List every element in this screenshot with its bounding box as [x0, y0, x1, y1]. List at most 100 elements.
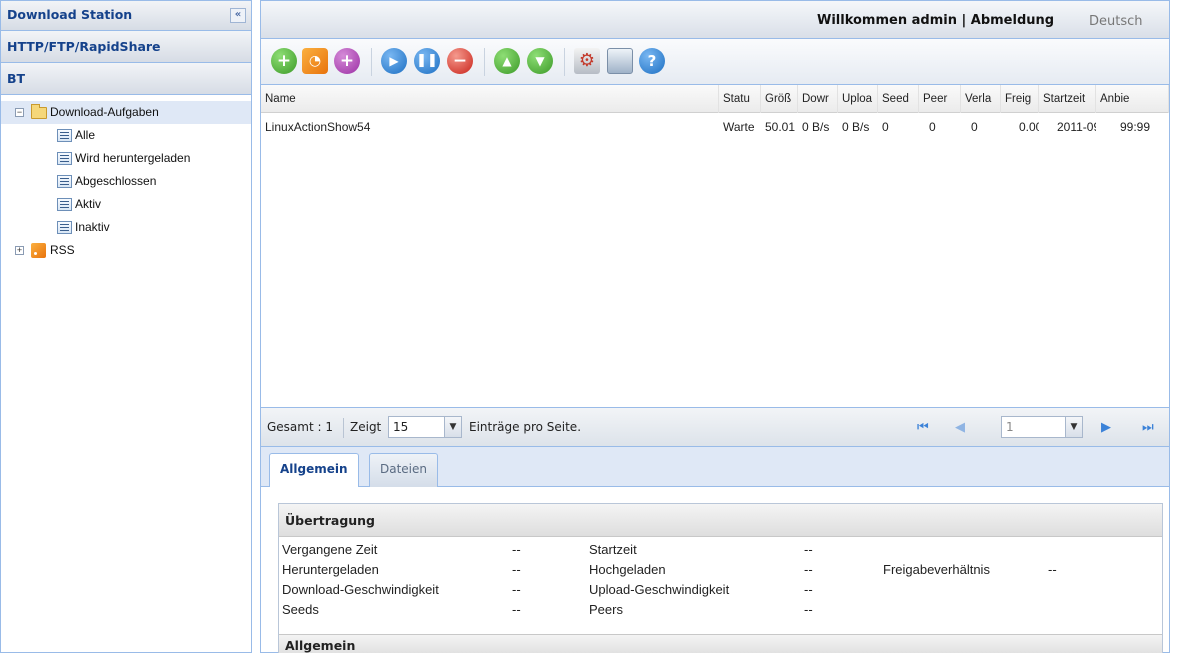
- next-page-icon[interactable]: ▶: [1101, 420, 1111, 435]
- paging-toolbar: Gesamt : 1 Zeigt 15 ▼ Einträge pro Seite…: [261, 407, 1169, 447]
- expand-toggle-icon[interactable]: +: [15, 246, 24, 255]
- column-header-upload[interactable]: Uploa: [838, 85, 878, 113]
- column-header-ratio[interactable]: Freig: [1001, 85, 1039, 113]
- column-header-seed[interactable]: Seed: [878, 85, 919, 113]
- grid-header: Name Statu Größ Dowr Uploa Seed Peer Ver…: [261, 85, 1169, 113]
- cell-start: 2011-09-: [1057, 120, 1096, 134]
- language-selector[interactable]: Deutsch: [1089, 14, 1143, 29]
- tree-item-label: Abgeschlossen: [75, 174, 157, 188]
- tree-item-rss[interactable]: + RSS: [1, 239, 251, 262]
- tree-item-inactive[interactable]: Inaktiv: [1, 216, 251, 239]
- transfer-section-title: Übertragung: [279, 504, 1162, 537]
- cell-ratio: 0.00: [1019, 120, 1039, 134]
- task-grid: Name Statu Größ Dowr Uploa Seed Peer Ver…: [261, 85, 1169, 407]
- column-header-anbie[interactable]: Anbie: [1096, 85, 1169, 113]
- move-down-icon[interactable]: ▼: [527, 48, 553, 74]
- tree-item-download-tasks[interactable]: − Download-Aufgaben: [1, 101, 251, 124]
- column-header-size[interactable]: Größ: [761, 85, 798, 113]
- sidebar-title-bar: Download Station «: [1, 1, 251, 31]
- share-ratio-label: Freigabeverhältnis: [883, 562, 990, 577]
- tab-general[interactable]: Allgemein: [269, 453, 359, 488]
- column-header-verla[interactable]: Verla: [961, 85, 1001, 113]
- detail-panel: Übertragung Vergangene Zeit -- Startzeit…: [261, 487, 1169, 653]
- chevron-down-icon[interactable]: ▼: [1065, 417, 1082, 437]
- general-section-title: Allgemein: [279, 634, 1162, 653]
- toolbar-separator: [371, 48, 372, 76]
- tree-item-label: RSS: [50, 243, 75, 257]
- peers-value: --: [804, 602, 813, 617]
- upload-speed-value: --: [804, 582, 813, 597]
- top-bar: Willkommen admin | Abmeldung Deutsch: [261, 1, 1169, 39]
- section-bt[interactable]: BT: [1, 63, 251, 95]
- list-icon: [57, 129, 72, 142]
- stop-icon[interactable]: −: [447, 48, 473, 74]
- list-icon: [57, 221, 72, 234]
- peers-label: Peers: [589, 602, 623, 617]
- list-icon: [57, 152, 72, 165]
- pause-icon[interactable]: ❚❚: [414, 48, 440, 74]
- elapsed-time-value: --: [512, 542, 521, 557]
- table-row[interactable]: LinuxActionShow54 Warte 50.01 0 B/s 0 B/…: [261, 114, 1169, 140]
- tab-files[interactable]: Dateien: [369, 453, 439, 487]
- rss-icon: [31, 243, 46, 258]
- upload-speed-label: Upload-Geschwindigkeit: [589, 582, 730, 597]
- toolbar: + ◔ + ▶ ❚❚ − ▲ ▼ ⚙ ?: [261, 39, 1169, 85]
- column-header-start[interactable]: Startzeit: [1039, 85, 1096, 113]
- seeds-value: --: [512, 602, 521, 617]
- tree-item-label: Wird heruntergeladen: [75, 151, 191, 165]
- list-icon: [57, 198, 72, 211]
- cell-seed: 0: [882, 120, 889, 134]
- folder-icon: [31, 104, 47, 119]
- tree-item-label: Download-Aufgaben: [50, 105, 159, 119]
- app-title: Download Station: [7, 7, 133, 22]
- rss-add-icon[interactable]: ◔: [302, 48, 328, 74]
- page-size-value: 15: [393, 420, 409, 434]
- total-count: Gesamt : 1: [267, 420, 333, 434]
- move-up-icon[interactable]: ▲: [494, 48, 520, 74]
- column-header-peer[interactable]: Peer: [919, 85, 961, 113]
- uploaded-value: --: [804, 562, 813, 577]
- first-page-icon[interactable]: ⏮: [917, 420, 929, 435]
- chevron-down-icon[interactable]: ▼: [444, 417, 461, 437]
- cell-anbie: 99:99: [1120, 120, 1151, 134]
- last-page-icon[interactable]: ⏭: [1142, 420, 1154, 435]
- downloaded-value: --: [512, 562, 521, 577]
- collapse-sidebar-button[interactable]: «: [230, 8, 246, 23]
- tree-item-all[interactable]: Alle: [1, 124, 251, 147]
- sidebar: Download Station « HTTP/FTP/RapidShare B…: [0, 0, 252, 653]
- tree-item-label: Aktiv: [75, 197, 102, 211]
- tree-item-label: Inaktiv: [75, 220, 110, 234]
- section-http-ftp[interactable]: HTTP/FTP/RapidShare: [1, 31, 251, 63]
- help-icon[interactable]: ?: [639, 48, 665, 74]
- start-time-value: --: [804, 542, 813, 557]
- add-icon[interactable]: +: [271, 48, 297, 74]
- resume-icon[interactable]: ▶: [381, 48, 407, 74]
- cell-name: LinuxActionShow54: [265, 120, 371, 134]
- column-header-name[interactable]: Name: [261, 85, 719, 113]
- page-size-select[interactable]: 15 ▼: [388, 416, 462, 438]
- column-header-download[interactable]: Dowr: [798, 85, 838, 113]
- share-ratio-value: --: [1048, 562, 1057, 577]
- page-number-select[interactable]: 1 ▼: [1001, 416, 1083, 438]
- uploaded-label: Hochgeladen: [589, 562, 666, 577]
- collapse-toggle-icon[interactable]: −: [15, 108, 24, 117]
- seeds-label: Seeds: [282, 602, 319, 617]
- list-icon: [57, 175, 72, 188]
- toolbar-separator: [484, 48, 485, 76]
- entries-per-page-label: Einträge pro Seite.: [469, 420, 582, 434]
- window-icon[interactable]: [607, 48, 633, 74]
- transfer-fieldset: Übertragung Vergangene Zeit -- Startzeit…: [278, 503, 1163, 653]
- cell-download: 0 B/s: [802, 120, 830, 134]
- welcome-logout-link[interactable]: Willkommen admin | Abmeldung: [817, 13, 1054, 28]
- tree-item-completed[interactable]: Abgeschlossen: [1, 170, 251, 193]
- pager-separator: [343, 418, 344, 438]
- settings-icon[interactable]: ⚙: [574, 48, 600, 74]
- detail-tabs: Allgemein Dateien: [261, 447, 1169, 488]
- prev-page-icon[interactable]: ◀: [955, 420, 965, 435]
- tree-item-active[interactable]: Aktiv: [1, 193, 251, 216]
- column-header-status[interactable]: Statu: [719, 85, 761, 113]
- start-time-label: Startzeit: [589, 542, 637, 557]
- tree-item-downloading[interactable]: Wird heruntergeladen: [1, 147, 251, 170]
- main-panel: Willkommen admin | Abmeldung Deutsch + ◔…: [260, 0, 1170, 653]
- add-url-icon[interactable]: +: [334, 48, 360, 74]
